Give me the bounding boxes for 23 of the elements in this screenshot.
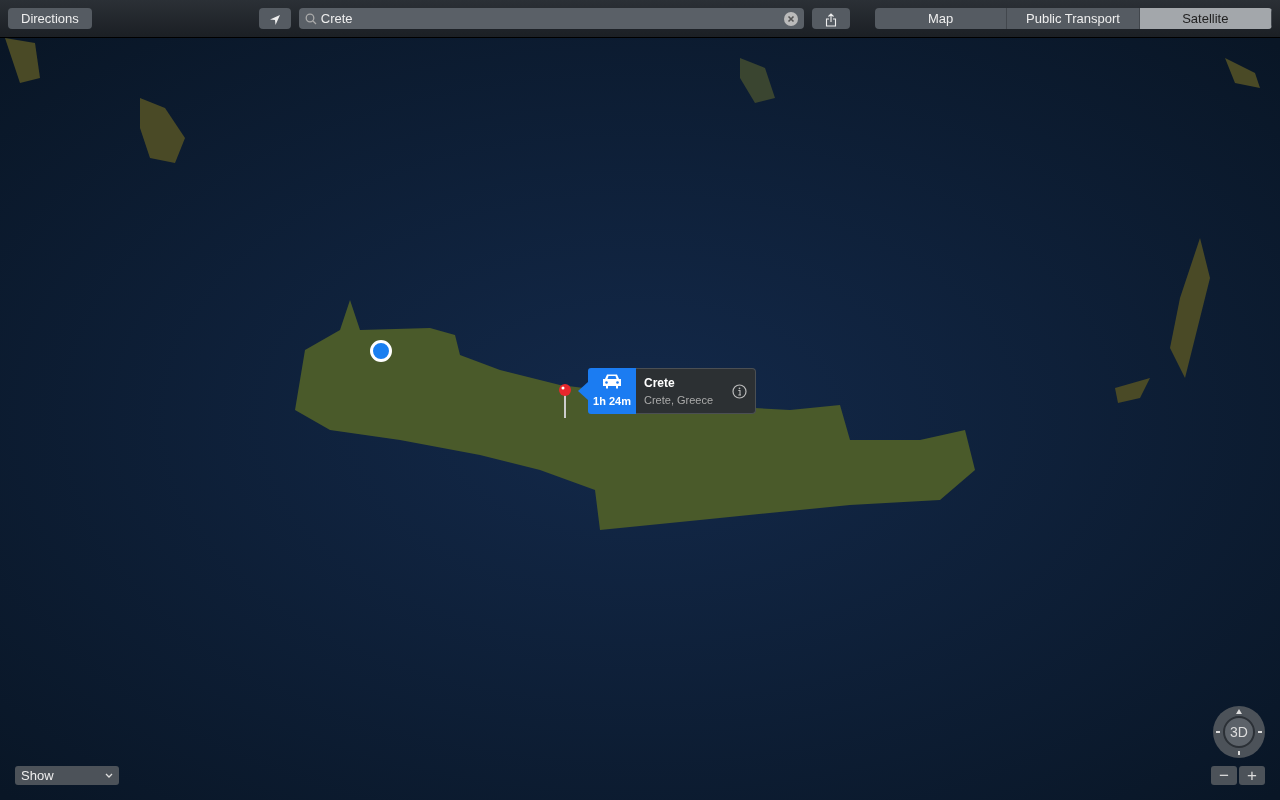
- compass-control[interactable]: 3D: [1213, 706, 1265, 758]
- share-button[interactable]: [811, 8, 850, 29]
- travel-time: 1h 24m: [593, 393, 631, 409]
- view-tab[interactable]: Map: [875, 8, 1008, 29]
- zoom-in-button[interactable]: +: [1239, 766, 1265, 785]
- share-icon: [824, 12, 837, 27]
- view-tab[interactable]: Public Transport: [1007, 8, 1140, 29]
- chevron-down-icon: [105, 773, 113, 778]
- clear-icon[interactable]: [783, 11, 798, 26]
- zoom-out-button[interactable]: −: [1211, 766, 1237, 785]
- info-icon[interactable]: [732, 383, 747, 399]
- directions-button[interactable]: 1h 24m: [588, 368, 636, 414]
- map-pin[interactable]: [558, 383, 572, 418]
- location-button[interactable]: [258, 8, 291, 29]
- place-subtitle: Crete, Greece: [644, 392, 715, 408]
- car-icon: [601, 372, 623, 389]
- search-icon: [304, 12, 317, 25]
- directions-button[interactable]: Directions: [8, 8, 92, 29]
- place-info-panel[interactable]: Crete Crete, Greece: [636, 368, 756, 414]
- view-tab[interactable]: Satellite: [1139, 8, 1272, 29]
- location-arrow-icon: [268, 13, 281, 26]
- show-dropdown[interactable]: Show: [15, 766, 119, 785]
- place-title: Crete: [644, 374, 676, 392]
